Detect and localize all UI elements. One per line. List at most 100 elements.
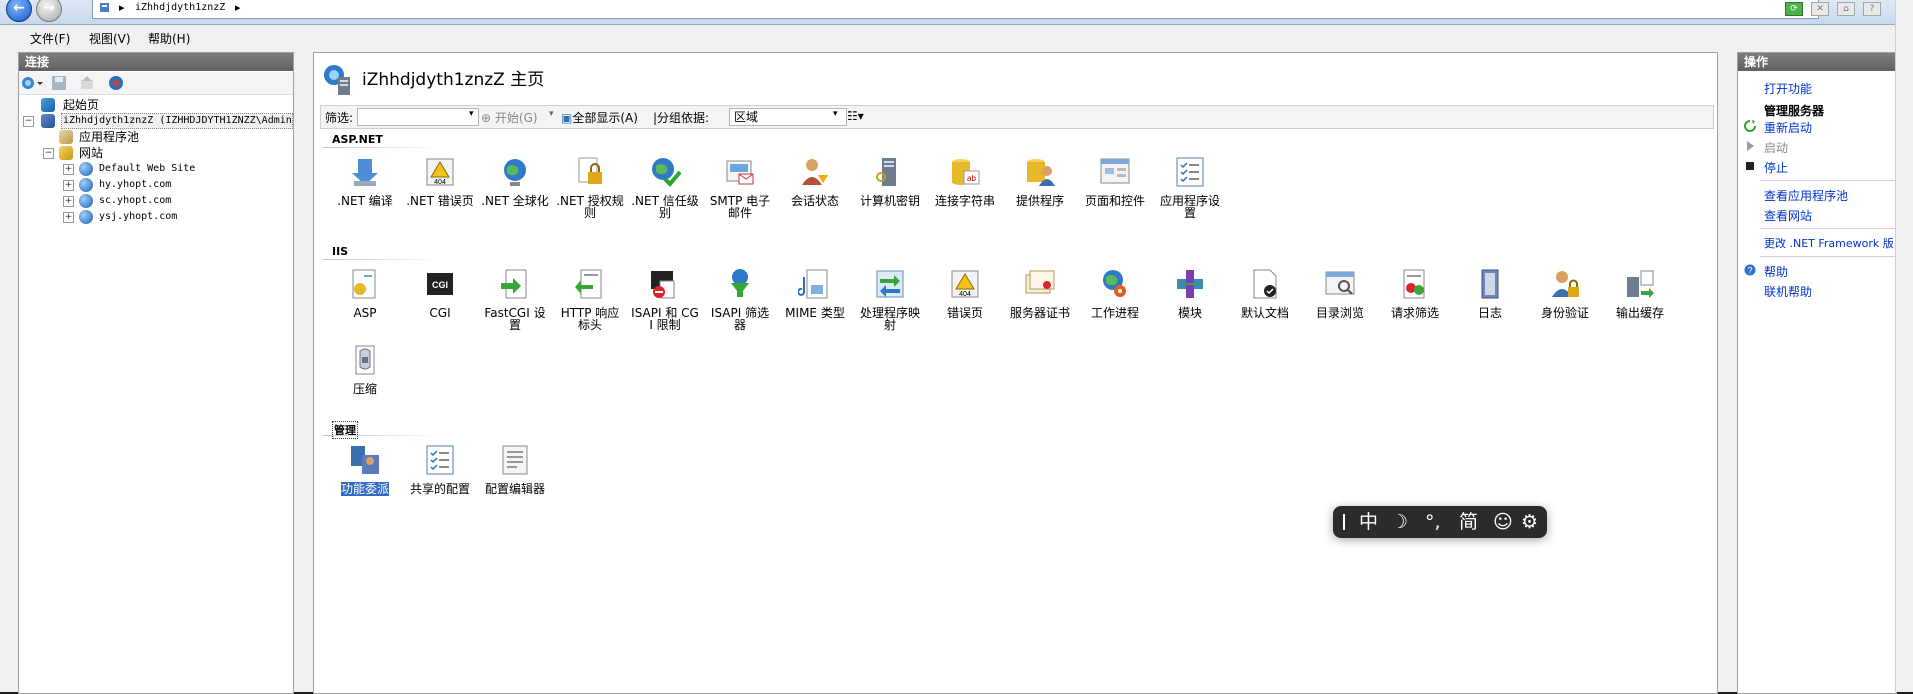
help-link[interactable]: 帮助 xyxy=(1764,263,1788,280)
expand-icon[interactable]: + xyxy=(63,196,74,207)
globe-icon xyxy=(504,159,526,186)
feature-app-settings[interactable]: 应用程序设置 xyxy=(1155,155,1225,219)
tree-label: hy.yhopt.com xyxy=(99,179,172,190)
collapse-icon[interactable]: − xyxy=(23,116,34,127)
show-all-button[interactable]: ▣全部显示(A) xyxy=(561,109,638,126)
forward-button[interactable]: → xyxy=(36,0,62,22)
stop-link[interactable]: 停止 xyxy=(1764,159,1788,176)
feature-fastcgi-settings[interactable]: FastCGI 设置 xyxy=(480,267,550,331)
feature-output-caching[interactable]: 输出缓存 xyxy=(1605,267,1675,319)
view-sites-link[interactable]: 查看网站 xyxy=(1764,207,1812,224)
punctuation-toggle[interactable]: °, xyxy=(1425,506,1441,538)
moon-icon[interactable]: ☽ xyxy=(1391,506,1408,538)
feature-delegation[interactable]: 功能委派 xyxy=(330,443,400,496)
feature-worker-processes[interactable]: 工作进程 xyxy=(1080,267,1150,319)
feature-configuration-editor[interactable]: 配置编辑器 xyxy=(480,443,550,495)
expand-icon[interactable]: + xyxy=(63,164,74,175)
feature-modules[interactable]: 模块 xyxy=(1155,267,1225,319)
online-help-link[interactable]: 联机帮助 xyxy=(1764,283,1812,300)
tree-node-app-pools[interactable]: 应用程序池 xyxy=(19,129,293,145)
feature-request-filtering[interactable]: 请求筛选 xyxy=(1380,267,1450,319)
tree-node-site[interactable]: + hy.yhopt.com xyxy=(19,177,293,193)
feature-authentication[interactable]: 身份验证 xyxy=(1530,267,1600,319)
feature-error-pages[interactable]: 404 错误页 xyxy=(930,267,1000,319)
filter-input[interactable] xyxy=(357,108,479,126)
machine-key-icon xyxy=(876,158,896,186)
expand-icon[interactable]: + xyxy=(63,212,74,223)
menu-file[interactable]: 文件(F) xyxy=(30,30,70,47)
breadcrumb-separator[interactable]: ▸ xyxy=(235,0,241,16)
view-app-pools-link[interactable]: 查看应用程序池 xyxy=(1764,187,1848,204)
feature-machine-key[interactable]: 计算机密钥 xyxy=(855,155,925,207)
emoji-icon[interactable]: ☺ xyxy=(1493,506,1513,538)
feature-isapi-cgi-restrictions[interactable]: ISAPI 和 CGI 限制 xyxy=(630,267,700,331)
restart-link[interactable]: 重新启动 xyxy=(1764,119,1812,136)
feature-cgi[interactable]: CGI CGI xyxy=(405,267,475,319)
feature-handler-mappings[interactable]: 处理程序映射 xyxy=(855,267,925,331)
refresh-icon[interactable]: ⟳ xyxy=(1785,2,1803,16)
feature-isapi-filters[interactable]: ISAPI 筛选器 xyxy=(705,267,775,331)
group-by-dropdown-icon[interactable]: ▾ xyxy=(833,109,838,119)
feature-net-trust-levels[interactable]: .NET 信任级别 xyxy=(630,155,700,219)
ime-language-toggle[interactable]: 中 xyxy=(1359,506,1378,538)
globe-icon xyxy=(79,194,93,208)
feature-compression[interactable]: 压缩 xyxy=(330,343,400,395)
gear-icon[interactable]: ⚙ xyxy=(1521,506,1538,538)
feature-smtp-email[interactable]: SMTP 电子邮件 xyxy=(705,155,775,219)
feature-pages-controls[interactable]: 页面和控件 xyxy=(1080,155,1150,207)
tree-node-site[interactable]: + ysj.yhopt.com xyxy=(19,209,293,225)
feature-http-response-headers[interactable]: HTTP 响应标头 xyxy=(555,267,625,331)
feature-server-certificates[interactable]: 服务器证书 xyxy=(1005,267,1075,319)
change-framework-link[interactable]: 更改 .NET Framework 版 xyxy=(1764,235,1894,251)
tree-node-site[interactable]: + Default Web Site xyxy=(19,161,293,177)
home-icon[interactable]: ⌂ xyxy=(1837,2,1855,16)
tree-node-site[interactable]: + sc.yhopt.com xyxy=(19,193,293,209)
connect-server-icon[interactable] xyxy=(107,75,125,91)
filter-funnel-icon xyxy=(731,269,749,297)
tree-node-start-page[interactable]: 起始页 xyxy=(19,97,293,113)
vertical-scrollbar[interactable] xyxy=(1895,0,1913,692)
help-icon[interactable]: ? xyxy=(1863,2,1881,16)
connect-icon[interactable] xyxy=(21,75,43,91)
feature-asp[interactable]: ASP xyxy=(330,267,400,319)
menu-view[interactable]: 视图(V) xyxy=(89,30,131,47)
asp-icon xyxy=(352,269,376,299)
tree-node-server[interactable]: − iZhhdjdyth1znzZ (IZHHDJDYTH1ZNZZ\Admin… xyxy=(19,113,293,129)
feature-session-state[interactable]: 会话状态 xyxy=(780,155,850,207)
back-button[interactable]: ← xyxy=(6,0,32,22)
simplified-toggle[interactable]: 简 xyxy=(1459,506,1478,538)
group-by-select[interactable]: 区域 xyxy=(729,108,847,126)
feature-net-globalization[interactable]: .NET 全球化 xyxy=(480,155,550,207)
connections-panel: 连接 起始页 − iZhhdjdyth1znzZ (IZHHDJDYTH1ZNZ… xyxy=(18,52,294,694)
feature-shared-configuration[interactable]: 共享的配置 xyxy=(405,443,475,495)
expand-icon[interactable]: + xyxy=(63,180,74,191)
open-feature-link[interactable]: 打开功能 xyxy=(1764,80,1812,97)
feature-net-error-pages[interactable]: 404 .NET 错误页 xyxy=(405,155,475,207)
ime-toolbar[interactable]: 中 ☽ °, 简 ☺ ⚙ xyxy=(1333,506,1547,538)
feature-default-document[interactable]: 默认文档 xyxy=(1230,267,1300,319)
collapse-icon[interactable]: − xyxy=(43,148,54,159)
view-mode-button[interactable]: ☷▾ xyxy=(847,109,864,123)
feature-connection-strings[interactable]: ab 连接字符串 xyxy=(930,155,1000,207)
feature-label: 功能委派 xyxy=(340,482,389,496)
start-button[interactable]: ⊕ 开始(G) xyxy=(481,109,538,126)
ime-drag-handle[interactable] xyxy=(1343,514,1345,530)
feature-providers[interactable]: 提供程序 xyxy=(1005,155,1075,207)
address-bar[interactable]: ▸ iZhhdjdyth1znzZ ▸ xyxy=(92,0,1819,19)
breadcrumb-server[interactable]: iZhhdjdyth1znzZ xyxy=(135,0,225,16)
feature-directory-browsing[interactable]: 目录浏览 xyxy=(1305,267,1375,319)
breadcrumb-separator: ▸ xyxy=(119,1,125,14)
save-icon[interactable] xyxy=(51,75,67,91)
filter-dropdown-icon[interactable]: ▾ xyxy=(469,109,474,119)
feature-net-compilation[interactable]: .NET 编译 xyxy=(330,155,400,207)
feature-net-authorization-rules[interactable]: .NET 授权规则 xyxy=(555,155,625,219)
start-dropdown-icon[interactable]: ▾ xyxy=(549,109,554,119)
menu-help[interactable]: 帮助(H) xyxy=(148,30,190,47)
feature-logging[interactable]: 日志 xyxy=(1455,267,1525,319)
tree-node-sites[interactable]: − 网站 xyxy=(19,145,293,161)
stop-icon[interactable]: ✕ xyxy=(1811,2,1829,16)
up-icon[interactable] xyxy=(79,75,95,91)
feature-mime-types[interactable]: MIME 类型 xyxy=(780,267,850,319)
error-code-text: 404 xyxy=(434,179,446,186)
globe-icon xyxy=(79,178,93,192)
